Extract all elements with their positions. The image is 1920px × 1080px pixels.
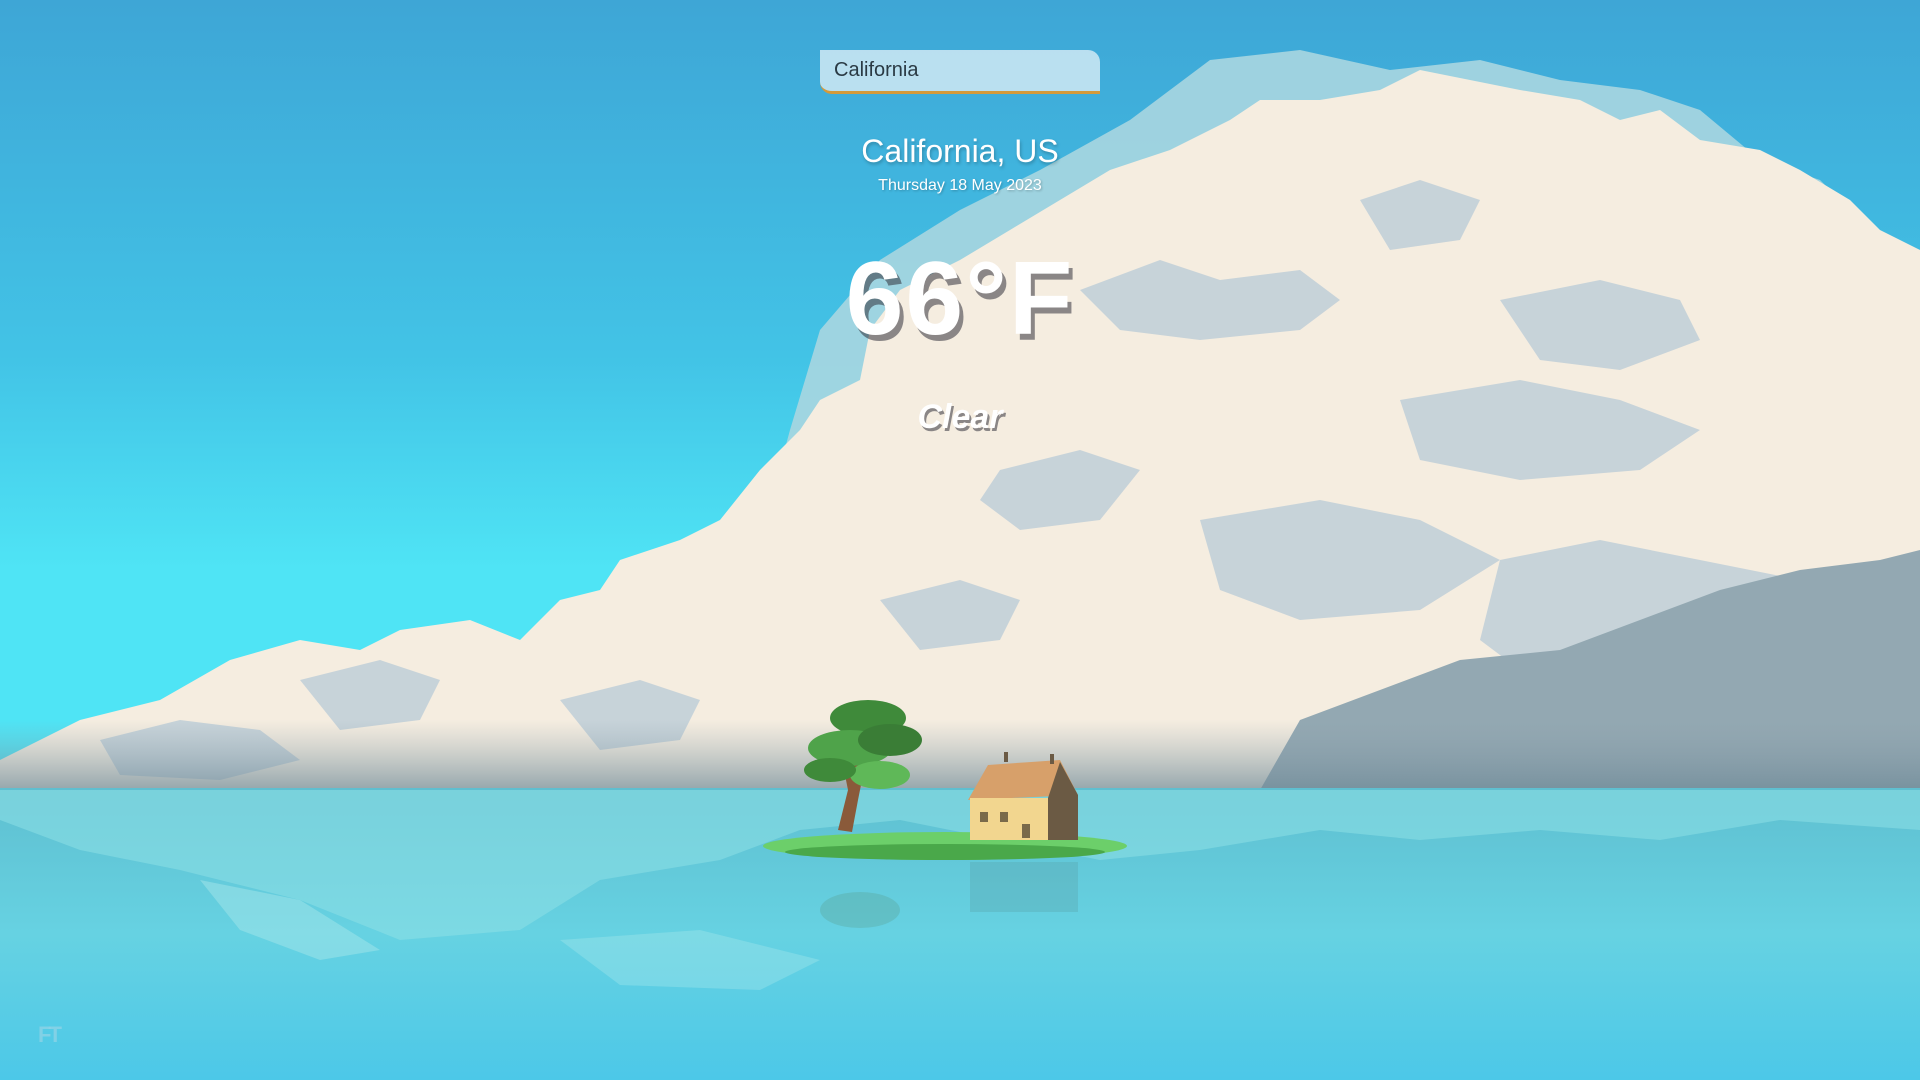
location-search-input[interactable] — [820, 50, 1100, 94]
weather-condition: Clear — [917, 398, 1003, 436]
weather-app: California, US Thursday 18 May 2023 66°F… — [0, 0, 1920, 1080]
date-label: Thursday 18 May 2023 — [878, 177, 1042, 194]
app-logo-icon: FT — [38, 1022, 62, 1047]
location-label: California, US — [861, 133, 1059, 169]
search-container — [820, 50, 1100, 94]
temperature-display: 66°F — [845, 241, 1075, 357]
